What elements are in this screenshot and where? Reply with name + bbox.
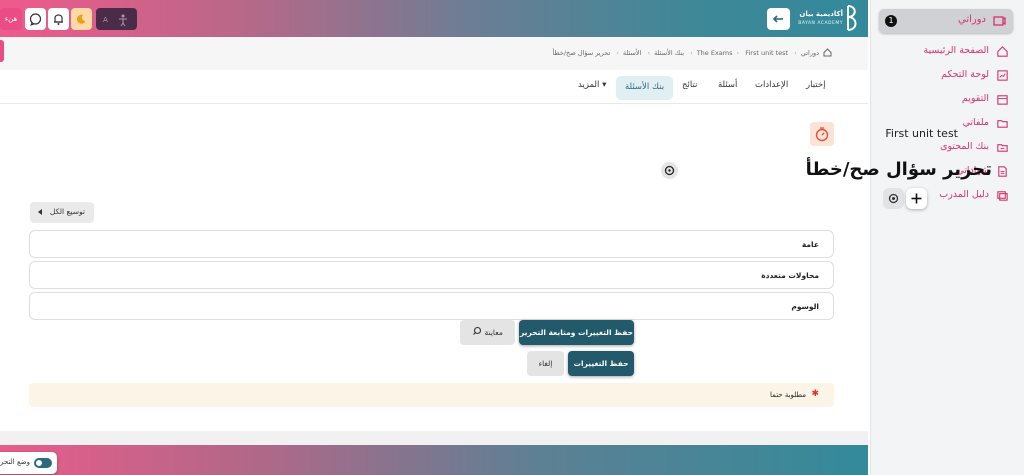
gear-icon bbox=[888, 193, 899, 204]
tab-results[interactable]: نتائج bbox=[682, 80, 697, 90]
settings-button[interactable] bbox=[883, 188, 904, 209]
user-menu-button[interactable]: هنء bbox=[0, 8, 22, 30]
section-title: محاولات متعددة bbox=[761, 271, 819, 280]
plus-icon bbox=[911, 193, 922, 204]
top-navbar: أكاديمية بيان BAYAN ACADEMY هنء A bbox=[0, 0, 868, 37]
breadcrumb-trail: دوراتي› The Exams › First unit test› بنك … bbox=[552, 49, 819, 57]
breadcrumb-item[interactable]: الأسئلة bbox=[623, 49, 642, 57]
breadcrumb-current: تحرير سؤال صح/خطأ bbox=[552, 49, 611, 57]
expand-all-button[interactable]: توسيع الكل bbox=[30, 202, 94, 223]
tab-more[interactable]: المزيد ▾ bbox=[578, 80, 606, 90]
required-fields-notice: ✱ مطلوبة حتما bbox=[29, 383, 834, 407]
quiz-name: First unit test bbox=[885, 127, 958, 140]
sidebar-item-calendar[interactable]: التقويم bbox=[878, 91, 1016, 109]
home-icon bbox=[997, 46, 1008, 57]
secondary-navigation: إختبار الإعدادات أسئلة نتائج بنك الأسئلة… bbox=[0, 70, 868, 104]
toggle-switch[interactable] bbox=[34, 458, 52, 468]
sidebar: 1 دوراتي الصفحة الرئيسية لوحة التحكم الت… bbox=[870, 0, 1024, 475]
help-button[interactable] bbox=[661, 162, 678, 179]
arrow-left-icon bbox=[772, 15, 783, 23]
sidebar-item-label: التقويم bbox=[961, 93, 989, 104]
notifications-button[interactable] bbox=[48, 8, 69, 30]
courses-count-badge: 1 bbox=[885, 15, 897, 27]
sidebar-item-label: لوحة التحكم bbox=[941, 69, 989, 80]
trainer-guide-icon bbox=[997, 191, 1008, 201]
messages-button[interactable] bbox=[25, 8, 46, 30]
save-and-continue-button[interactable]: حفظ التغييرات ومتابعة التحرير bbox=[519, 320, 634, 345]
drawer-handle[interactable] bbox=[0, 40, 4, 62]
save-changes-button[interactable]: حفظ التغييرات bbox=[568, 351, 634, 376]
theme-toggle-button[interactable] bbox=[71, 8, 92, 30]
bayan-logo-icon bbox=[847, 5, 857, 31]
add-block-button[interactable] bbox=[906, 188, 927, 209]
certificate-icon bbox=[998, 166, 1007, 177]
bell-icon bbox=[54, 14, 63, 25]
moon-icon bbox=[76, 14, 86, 24]
stopwatch-icon bbox=[815, 127, 829, 142]
cancel-button[interactable]: إلغاء bbox=[527, 351, 564, 376]
sidebar-item-home[interactable]: الصفحة الرئيسية bbox=[878, 43, 1016, 61]
dashboard-icon bbox=[997, 70, 1008, 81]
tab-label: بنك الأسئلة bbox=[625, 82, 665, 92]
question-mark-icon bbox=[664, 165, 675, 176]
section-general[interactable]: عامة bbox=[29, 230, 834, 258]
brand-name: أكاديمية بيان bbox=[799, 10, 843, 18]
content-bank-icon bbox=[997, 144, 1008, 152]
folder-icon bbox=[997, 120, 1008, 128]
svg-text:A: A bbox=[103, 16, 108, 24]
page-title: تحرير سؤال صح/خطأ bbox=[805, 159, 992, 180]
sidebar-item-label: الصفحة الرئيسية bbox=[923, 45, 989, 56]
accessibility-icon: A bbox=[103, 14, 127, 27]
breadcrumb-item[interactable]: دوراتي bbox=[801, 49, 819, 57]
chevron-left-icon bbox=[38, 209, 42, 215]
sidebar-item-label: دوراتي bbox=[957, 14, 986, 25]
search-icon bbox=[473, 326, 482, 335]
footer-spacer bbox=[0, 431, 868, 445]
brand-name-en: BAYAN ACADEMY bbox=[798, 21, 843, 26]
edit-mode-toggle[interactable]: وضع التحرير bbox=[0, 452, 57, 474]
section-tags[interactable]: الوسوم bbox=[29, 292, 834, 320]
breadcrumb-item[interactable]: بنك الأسئلة bbox=[654, 49, 684, 57]
tab-questions[interactable]: أسئلة bbox=[718, 80, 737, 90]
sidebar-item-dashboard[interactable]: لوحة التحكم bbox=[878, 67, 1016, 85]
calendar-icon bbox=[997, 95, 1008, 105]
preview-label: معاينة bbox=[484, 328, 503, 337]
footer bbox=[0, 445, 868, 475]
section-multiple-tries[interactable]: محاولات متعددة bbox=[29, 261, 834, 289]
chat-icon bbox=[29, 13, 42, 26]
preview-button[interactable]: معاينة bbox=[460, 320, 515, 345]
section-title: الوسوم bbox=[791, 302, 819, 311]
edit-mode-label: وضع التحرير bbox=[0, 458, 30, 466]
quiz-icon-box bbox=[810, 122, 834, 146]
required-label: مطلوبة حتما bbox=[770, 391, 806, 399]
accessibility-button[interactable]: A bbox=[96, 8, 137, 30]
expand-all-label: توسيع الكل bbox=[49, 207, 85, 216]
courses-icon bbox=[993, 16, 1006, 26]
tab-question-bank[interactable]: بنك الأسئلة bbox=[616, 76, 673, 100]
tab-quiz[interactable]: إختبار bbox=[806, 80, 825, 90]
sidebar-item-label: ملفاتي bbox=[962, 117, 990, 128]
sidebar-item-label: دليل المدرب bbox=[939, 189, 989, 200]
breadcrumb-item[interactable]: The Exams bbox=[697, 49, 733, 57]
sidebar-item-label: بنك المحتوى bbox=[940, 141, 989, 152]
required-star-icon: ✱ bbox=[811, 389, 819, 399]
tab-settings[interactable]: الإعدادات bbox=[755, 80, 788, 90]
back-button[interactable] bbox=[767, 8, 790, 30]
sidebar-item-my-courses[interactable]: 1 دوراتي bbox=[879, 9, 1013, 33]
sidebar-item-content-bank[interactable]: بنك المحتوى bbox=[878, 139, 1016, 157]
breadcrumb-item[interactable]: First unit test bbox=[745, 49, 788, 57]
section-title: عامة bbox=[801, 240, 819, 249]
breadcrumb: دوراتي› The Exams › First unit test› بنك … bbox=[0, 37, 868, 70]
